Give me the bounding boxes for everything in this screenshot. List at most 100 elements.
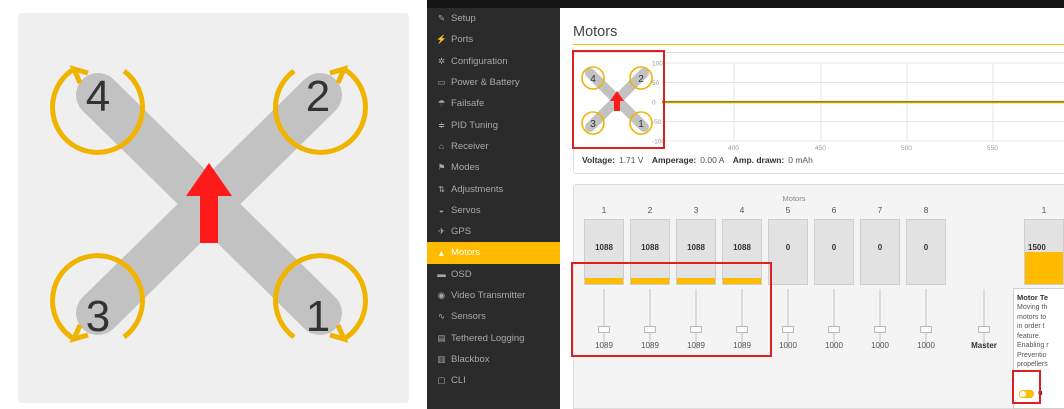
motor-slider-thumb[interactable] — [828, 326, 840, 333]
motor-slider-value: 1000 — [871, 341, 889, 350]
sidebar-item-label: OSD — [451, 268, 472, 280]
sidebar-item-label: Sensors — [451, 311, 486, 323]
toggle-label: u — [1038, 388, 1043, 397]
motor-test-warning-tooltip: Motor Te Moving th motors to in order t fea… — [1013, 288, 1064, 409]
motor-slider-thumb[interactable] — [644, 326, 656, 333]
motors-main-panel: Motors 4 2 3 1 100 50 0 -50 -100 400 450 500 55 — [560, 8, 1064, 409]
motor-number: 2 — [647, 205, 653, 215]
sidebar-item-modes[interactable]: ⚑ Modes — [427, 157, 560, 178]
motor-label-2: 2 — [306, 72, 330, 121]
motor-value-box: 0 — [814, 219, 854, 285]
motor-label-4: 4 — [86, 72, 110, 121]
motor-slider-thumb[interactable] — [690, 326, 702, 333]
motor-value-box: 1088 — [584, 219, 624, 285]
motor-number: 6 — [831, 205, 837, 215]
sidebar-item-label: PID Tuning — [451, 119, 498, 131]
sidebar-item-adjustments[interactable]: ⇅ Adjustments — [427, 178, 560, 199]
screenshot-root: 4 2 3 1 ✎ Setup ⚡ Ports ✲ Configuration ▭ Power… — [0, 0, 1064, 409]
sidebar-item-ports[interactable]: ⚡ Ports — [427, 29, 560, 50]
tooltip-text-line: feature. — [1017, 332, 1041, 340]
sidebar-nav: ✎ Setup ⚡ Ports ✲ Configuration ▭ Power & Batte… — [427, 8, 560, 409]
motor-label-1: 1 — [306, 292, 330, 341]
motor-level-fill — [631, 278, 669, 284]
graph-x-tick: 550 — [987, 145, 998, 152]
sidebar-item-osd[interactable]: ▬ OSD — [427, 264, 560, 285]
motors-group-label: Motors — [782, 194, 806, 203]
sidebar-item-label: Receiver — [451, 140, 489, 152]
sidebar-item-gps[interactable]: ✈ GPS — [427, 221, 560, 242]
wrench-icon: ✎ — [437, 13, 446, 24]
sidebar-item-blackbox[interactable]: ▥ Blackbox — [427, 349, 560, 370]
motor-number: 1 — [601, 205, 607, 215]
sidebar-item-pid-tuning[interactable]: ≑ PID Tuning — [427, 114, 560, 135]
quad-motor-diagram-zoomed: 4 2 3 1 — [18, 13, 409, 403]
sidebar-item-label: Servos — [451, 204, 481, 216]
motor-slider-track[interactable] — [649, 289, 651, 349]
amp-drawn-value: 0 mAh — [788, 155, 813, 165]
sidebar-item-failsafe[interactable]: ☂ Failsafe — [427, 93, 560, 114]
motor-slider-track[interactable] — [741, 289, 743, 349]
svg-text:3: 3 — [590, 119, 596, 130]
sidebar-item-tethered-logging[interactable]: ▤ Tethered Logging — [427, 327, 560, 348]
servo-level-fill — [1025, 252, 1063, 284]
motor-value-box: 0 — [860, 219, 900, 285]
motor-slider-track[interactable] — [695, 289, 697, 349]
sensors-icon: ∿ — [437, 311, 446, 322]
motor-slider-track[interactable] — [925, 289, 927, 349]
motor-slider-thumb[interactable] — [736, 326, 748, 333]
logging-icon: ▤ — [437, 332, 446, 343]
sidebar-item-configuration[interactable]: ✲ Configuration — [427, 51, 560, 72]
master-slider-thumb[interactable] — [978, 326, 990, 333]
svg-text:4: 4 — [590, 74, 596, 85]
master-slider-track[interactable] — [983, 289, 985, 349]
adjustments-icon: ⇅ — [437, 183, 446, 194]
sidebar-item-setup[interactable]: ✎ Setup — [427, 8, 560, 29]
motor-test-enable-toggle[interactable] — [1019, 390, 1034, 398]
servo-value: 1500 — [1028, 243, 1046, 252]
motor-level-fill — [723, 278, 761, 284]
sidebar-item-receiver[interactable]: ⌂ Receiver — [427, 136, 560, 157]
tooltip-text-line: Moving th — [1017, 304, 1048, 311]
graph-x-tick: 400 — [728, 145, 739, 152]
motor-slider-track[interactable] — [603, 289, 605, 349]
voltage-label: Voltage: — [582, 155, 615, 165]
sidebar-item-label: CLI — [451, 375, 466, 387]
graph-y-tick: 100 — [652, 61, 663, 68]
motor-value: 1088 — [641, 243, 659, 252]
sidebar-item-servos[interactable]: ◒ Servos — [427, 200, 560, 221]
sidebar-item-label: Adjustments — [451, 183, 504, 195]
power-status-line: Voltage: 1.71 V Amperage: 0.00 A Amp. draw… — [582, 155, 819, 165]
terminal-icon: ▢ — [437, 375, 446, 386]
plug-icon: ⚡ — [436, 34, 447, 45]
motor-slider-value: 1000 — [825, 341, 843, 350]
motor-value-box: 0 — [906, 219, 946, 285]
motor-slider-thumb[interactable] — [598, 326, 610, 333]
svg-text:2: 2 — [638, 74, 644, 85]
gear-icon: ✲ — [437, 55, 446, 66]
motor-slider-thumb[interactable] — [920, 326, 932, 333]
motor-number: 4 — [739, 205, 745, 215]
motor-value: 1088 — [733, 243, 751, 252]
motor-value: 1088 — [687, 243, 705, 252]
motor-value: 1088 — [595, 243, 613, 252]
sidebar-item-motors[interactable]: ▲ Motors — [427, 242, 560, 264]
tooltip-text-line: Preventio — [1017, 351, 1047, 359]
servo-icon: ◒ — [438, 205, 445, 216]
amperage-label: Amperage: — [651, 155, 697, 165]
sidebar-item-power-battery[interactable]: ▭ Power & Battery — [427, 72, 560, 93]
sidebar-item-cli[interactable]: ▢ CLI — [427, 370, 560, 391]
parachute-icon: ☂ — [437, 98, 446, 109]
motor-value: 0 — [831, 243, 837, 252]
sidebar-item-sensors[interactable]: ∿ Sensors — [427, 306, 560, 327]
sidebar-item-video-transmitter[interactable]: ◉ Video Transmitter — [427, 285, 560, 306]
motor-slider-track[interactable] — [787, 289, 789, 349]
sidebar-item-label: Blackbox — [451, 353, 490, 365]
motor-slider-track[interactable] — [879, 289, 881, 349]
battery-icon: ▭ — [437, 77, 446, 88]
sidebar-item-label: Configuration — [451, 55, 508, 67]
sliders-icon: ≑ — [437, 119, 446, 130]
motor-slider-track[interactable] — [833, 289, 835, 349]
title-divider — [573, 44, 1064, 45]
motor-slider-thumb[interactable] — [782, 326, 794, 333]
motor-slider-thumb[interactable] — [874, 326, 886, 333]
